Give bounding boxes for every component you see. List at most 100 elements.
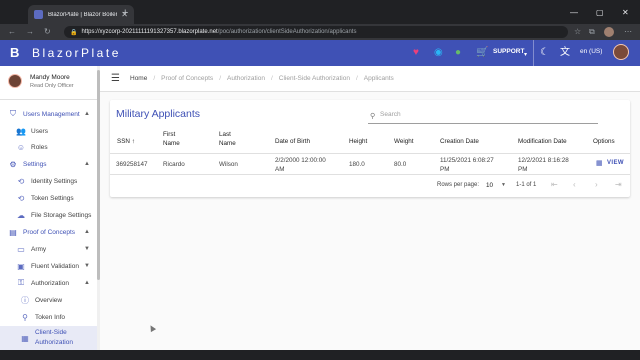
column-header-last-name[interactable]: Last Name [219, 130, 236, 148]
roles-icon: ☺ [16, 142, 26, 152]
user-profile: Mandy Moore Read Only Officer [0, 66, 98, 100]
column-header-ssn[interactable]: SSN ↑ [117, 137, 135, 146]
window-minimize-button[interactable]: — [570, 9, 578, 17]
last-page-icon[interactable]: ⇥ [615, 180, 622, 189]
browser-menu-icon[interactable]: ⋯ [624, 27, 632, 36]
heart-icon[interactable]: ♥ [413, 47, 419, 59]
sidebar-item-identity-settings[interactable]: ⟲ Identity Settings [0, 173, 98, 189]
first-page-icon[interactable]: ⇤ [551, 180, 558, 189]
menu-icon[interactable]: ☰ [111, 74, 120, 84]
token-icon: ⟲ [17, 193, 25, 203]
column-header-label: First [163, 131, 176, 138]
column-header-dob[interactable]: Date of Birth [275, 137, 310, 146]
favorites-icon[interactable]: ☆ [574, 27, 581, 36]
sidebar-item-token-info[interactable]: ⚲ Token Info [0, 309, 98, 325]
search-input[interactable] [380, 111, 580, 118]
army-icon: ▭ [17, 244, 25, 254]
support-button[interactable]: SUPPORT [493, 48, 524, 55]
breadcrumb-authorization[interactable]: Authorization [227, 75, 265, 82]
reload-icon[interactable]: ↻ [44, 27, 51, 36]
new-tab-button[interactable]: + [122, 8, 128, 19]
browser-tab[interactable]: BlazorPlate | Blazor Boilerplate ✕ [28, 5, 134, 24]
token-info-icon: ⚲ [22, 312, 28, 322]
column-header-options: Options [593, 138, 615, 145]
shield-icon: ⛉ [10, 109, 16, 118]
previous-page-icon[interactable]: ‹ [573, 180, 576, 189]
sidebar-item-label: Users [31, 127, 48, 135]
sidebar-item-label: Client-Side Authorization [35, 329, 73, 346]
back-icon[interactable]: ← [8, 27, 16, 36]
github-icon[interactable]: ● [455, 47, 461, 59]
sidebar-item-authorization[interactable]: ⚿ Authorization ▲ [0, 275, 98, 291]
column-header-first-name[interactable]: First Name [163, 130, 180, 148]
window-close-button[interactable]: ✕ [622, 9, 629, 17]
chevron-down-icon: ▼ [84, 263, 90, 269]
rows-per-page-chevron-down-icon[interactable]: ▼ [501, 182, 506, 188]
appbar-avatar[interactable] [613, 44, 629, 60]
breadcrumb-separator: / [355, 75, 358, 82]
sidebar-item-token-settings[interactable]: ⟲ Token Settings [0, 190, 98, 206]
sidebar-item-users-management[interactable]: ⛉ Users Management ▲ [0, 106, 98, 122]
cell-first-name: Ricardo [163, 161, 185, 168]
sidebar-item-label: Army [31, 245, 47, 253]
sidebar-item-client-side-authorization[interactable]: ▦ Client-Side Authorization [0, 326, 98, 350]
favicon-icon [34, 10, 43, 19]
chevron-up-icon: ▲ [84, 111, 90, 117]
language-selector[interactable]: en (US) [580, 48, 602, 55]
cell-created-line: PM [440, 166, 450, 173]
collections-icon[interactable]: ⧉ [589, 27, 595, 37]
sidebar-item-settings[interactable]: ⚙ Settings ▲ [0, 156, 98, 172]
search-box[interactable]: ⚲ [368, 110, 598, 124]
sidebar-item-file-storage-settings[interactable]: ☁ File Storage Settings [0, 207, 98, 223]
sidebar-item-army[interactable]: ▭ Army ▼ [0, 241, 98, 257]
breadcrumb-client-side-authorization[interactable]: Client-Side Authorization [279, 75, 350, 82]
chevron-up-icon: ▲ [84, 229, 90, 235]
client-side-icon: ▦ [21, 333, 29, 343]
cell-created: 11/25/2021 6:08:27 PM [440, 156, 494, 174]
sidebar-item-overview[interactable]: ⓘ Overview [0, 292, 98, 308]
table-row-divider [110, 174, 630, 175]
sidebar-item-proof-of-concepts[interactable]: ▤ Proof of Concepts ▲ [0, 224, 98, 240]
pager-range: 1-1 of 1 [516, 182, 537, 188]
lock-icon: 🔒 [70, 29, 78, 36]
dark-mode-icon[interactable]: ☾ [540, 47, 549, 59]
cart-icon[interactable]: 🛒 [476, 47, 488, 59]
column-header-label: Last [219, 131, 231, 138]
address-bar: ← → ↻ 🔒 https://xyzcorp-2021111119132735… [0, 24, 640, 40]
next-page-icon[interactable]: › [595, 180, 598, 189]
chevron-down-icon: ▼ [84, 246, 90, 252]
validation-icon: ▣ [17, 261, 25, 271]
search-icon: ⚲ [370, 113, 376, 120]
rows-per-page-select[interactable]: 10 [486, 182, 493, 189]
sort-arrow-up-icon: ↑ [131, 138, 135, 145]
sidebar-item-roles[interactable]: ☺ Roles [0, 139, 98, 155]
view-button[interactable]: ▦ VIEW [596, 159, 624, 167]
cell-modified: 12/2/2021 8:16:28 PM [518, 156, 569, 174]
breadcrumb-home[interactable]: Home [130, 75, 147, 82]
breadcrumb-proof-of-concepts[interactable]: Proof of Concepts [161, 75, 213, 82]
cell-weight: 80.0 [394, 161, 407, 168]
cloud-icon: ☁ [17, 210, 25, 220]
forward-icon[interactable]: → [26, 27, 34, 36]
page-title: Military Applicants [116, 108, 201, 120]
column-header-weight[interactable]: Weight [394, 137, 413, 146]
column-header-label: SSN [117, 138, 130, 145]
column-header-created[interactable]: Creation Date [440, 137, 479, 146]
sidebar-item-users[interactable]: 👥 Users [0, 123, 98, 139]
sidebar-item-label: Users Management [23, 110, 80, 118]
column-header-height[interactable]: Height [349, 137, 367, 146]
url-field[interactable]: 🔒 https://xyzcorp-20211111191327357.blaz… [64, 26, 568, 38]
browser-profile-avatar[interactable] [604, 27, 614, 37]
identity-icon: ⟲ [17, 176, 25, 186]
cell-dob: 2/2/2000 12:00:00 AM [275, 156, 326, 174]
support-chevron-down-icon[interactable]: ▾ [524, 49, 527, 61]
sidebar-item-fluent-validation[interactable]: ▣ Fluent Validation ▼ [0, 258, 98, 274]
breadcrumb-separator: / [219, 75, 221, 82]
user-role: Read Only Officer [30, 83, 74, 89]
cell-dob-line: 2/2/2000 12:00:00 [275, 157, 326, 164]
discord-icon[interactable]: ◉ [434, 47, 443, 59]
column-header-modified[interactable]: Modification Date [518, 137, 567, 146]
window-maximize-button[interactable]: ▢ [596, 9, 604, 17]
translate-icon[interactable]: 文 [560, 47, 570, 59]
breadcrumb: Home / Proof of Concepts / Authorization / Cli… [130, 75, 394, 82]
